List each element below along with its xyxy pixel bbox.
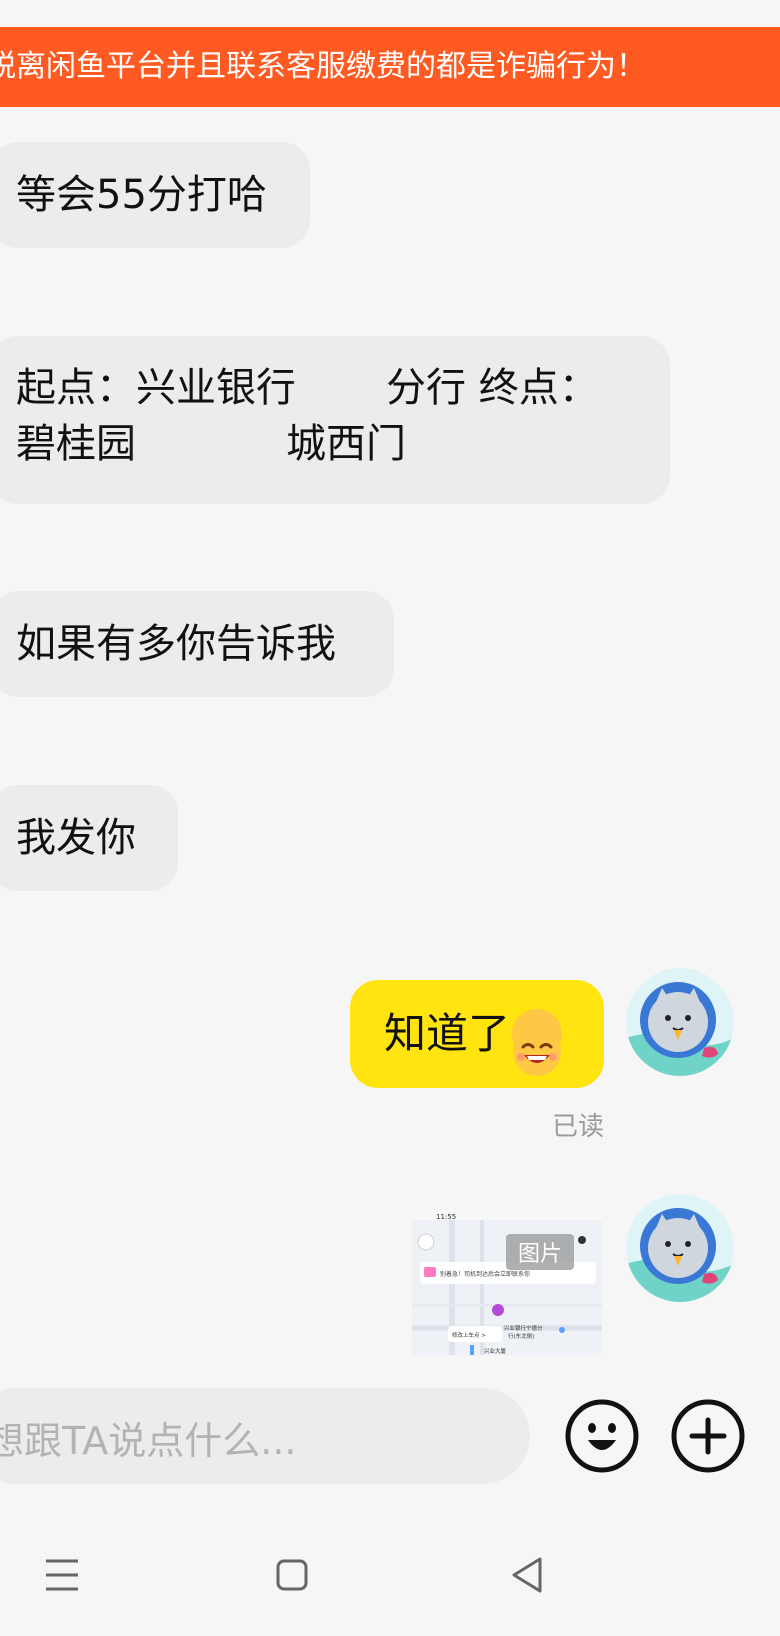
incoming-message[interactable]: 等会55分打哈 (0, 142, 310, 248)
message-text: 分行 终点： (386, 365, 599, 411)
back-icon (512, 1557, 542, 1593)
message-text: 等会55分打哈 (16, 172, 267, 218)
message-text: 如果有多你告诉我 (16, 621, 336, 667)
grin-emoji-icon (512, 1008, 563, 1076)
svg-text:修改上车点 >: 修改上车点 > (452, 1331, 486, 1339)
message-text: 知道了 (384, 1009, 511, 1058)
svg-text:行(东北侧): 行(东北侧) (508, 1332, 534, 1340)
user-avatar[interactable] (626, 968, 734, 1076)
back-button[interactable] (498, 1545, 558, 1605)
message-text: 我发你 (16, 815, 136, 861)
svg-text:兴业银行宁德分: 兴业银行宁德分 (504, 1324, 543, 1332)
plus-icon (671, 1399, 745, 1473)
emoji-icon (565, 1399, 639, 1473)
user-avatar[interactable] (626, 1194, 734, 1302)
message-text: 起点：兴业银行 (16, 365, 296, 411)
message-text: 城西门 (286, 421, 406, 467)
svg-text:别着急！司机到达后会立即联系你: 别着急！司机到达后会立即联系你 (440, 1270, 530, 1278)
menu-icon (46, 1559, 78, 1591)
redacted-text (296, 360, 386, 416)
image-label: 图片 (506, 1234, 575, 1270)
home-icon (276, 1559, 308, 1591)
message-line: 碧桂园 城西门 (16, 416, 670, 472)
emoji-button[interactable] (564, 1398, 640, 1474)
svg-text:11:55: 11:55 (436, 1213, 456, 1221)
read-status: 已读 (552, 1112, 605, 1142)
message-text: 碧桂园 (16, 421, 136, 467)
redacted-text (136, 416, 286, 472)
incoming-message[interactable]: 如果有多你告诉我 (0, 591, 394, 697)
menu-button[interactable] (32, 1545, 92, 1605)
image-message[interactable]: 11:55 别着急！司机到达后会立即联系你 修改上车点 > 兴业银行宁德分 行(… (412, 1210, 602, 1355)
plus-button[interactable] (670, 1398, 746, 1474)
outgoing-message[interactable]: 知道了 (350, 980, 604, 1088)
incoming-message[interactable]: 起点：兴业银行 分行 终点： 碧桂园 城西门 (0, 336, 670, 504)
home-button[interactable] (262, 1545, 322, 1605)
incoming-message[interactable]: 我发你 (0, 785, 178, 891)
svg-text:兴业大厦: 兴业大厦 (484, 1347, 507, 1355)
scam-warning-text: 脱离闲鱼平台并且联系客服缴费的都是诈骗行为！ (0, 49, 646, 84)
scam-warning-banner: 脱离闲鱼平台并且联系客服缴费的都是诈骗行为！ (0, 27, 780, 107)
message-line: 起点：兴业银行 分行 终点： (16, 360, 670, 416)
message-input-placeholder: 想跟TA说点什么... (0, 1419, 297, 1463)
